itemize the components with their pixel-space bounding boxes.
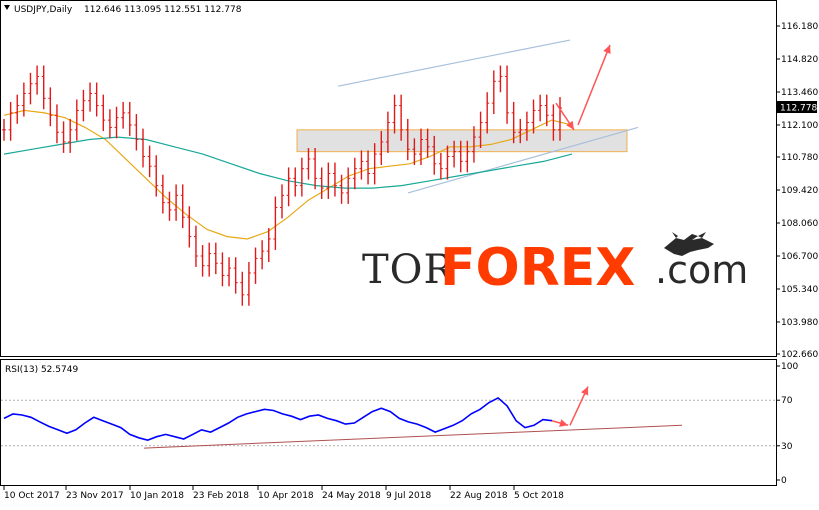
price-tick-label: 109.420: [781, 186, 818, 196]
time-tick-label: 24 May 2018: [322, 491, 381, 501]
chart-header: USDJPY,Daily 112.646 113.095 112.551 112…: [4, 5, 242, 15]
price-tick-label: 105.340: [781, 285, 818, 295]
price-tick-label: 106.700: [781, 252, 818, 262]
watermark-forex: FOREX: [440, 238, 635, 298]
rsi-tick-label: 30: [781, 442, 793, 452]
price-axis: 116.180 114.820 113.460 112.100 110.780 109.4…: [776, 22, 818, 360]
rsi-panel-frame: [0, 359, 777, 486]
time-tick-label: 9 Jul 2018: [386, 491, 431, 501]
watermark-com: .com: [655, 248, 748, 292]
time-tick-label: 10 Apr 2018: [258, 491, 314, 501]
resistance-zone: [296, 129, 628, 153]
price-tick-label: 113.460: [781, 88, 818, 98]
price-tick-label: 110.780: [781, 153, 818, 163]
price-tick-label: 108.060: [781, 219, 818, 229]
time-tick-label: 10 Oct 2017: [4, 491, 60, 501]
chart-window: 116.180 114.820 113.460 112.100 110.780 109.4…: [0, 0, 819, 506]
ohlc-values: 112.646 113.095 112.551 112.778: [84, 5, 242, 15]
rsi-tick-label: 100: [781, 362, 798, 372]
price-tick-label: 116.180: [781, 22, 818, 32]
rsi-tick-label: 0: [781, 476, 787, 486]
time-tick-label: 23 Nov 2017: [66, 491, 124, 501]
price-tick-label: 112.100: [781, 121, 818, 131]
price-panel-frame: [0, 0, 777, 357]
current-price-text: 112.778: [780, 104, 817, 114]
symbol-label: USDJPY,Daily: [14, 5, 73, 15]
rsi-tick-label: 70: [781, 396, 793, 406]
rsi-label: RSI(13) 52.5749: [5, 365, 78, 375]
price-tick-label: 103.980: [781, 318, 818, 328]
current-price-badge: 112.778: [777, 101, 817, 114]
time-tick-label: 22 Aug 2018: [450, 491, 508, 501]
time-tick-label: 5 Oct 2018: [514, 491, 564, 501]
price-tick-label: 102.660: [781, 350, 818, 360]
chart-canvas: 116.180 114.820 113.460 112.100 110.780 109.4…: [0, 0, 818, 501]
time-tick-label: 23 Feb 2018: [193, 491, 249, 501]
price-tick-label: 114.820: [781, 55, 818, 65]
time-tick-label: 10 Jan 2018: [130, 491, 184, 501]
time-axis: 10 Oct 2017 23 Nov 2017 10 Jan 2018 23 Feb …: [3, 486, 564, 501]
